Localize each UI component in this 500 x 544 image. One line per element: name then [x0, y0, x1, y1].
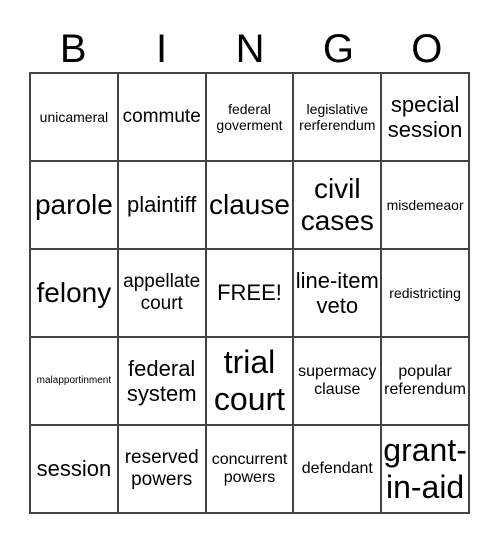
- bingo-cell[interactable]: federal system: [117, 337, 206, 425]
- bingo-cell[interactable]: malapportinment: [30, 337, 118, 425]
- header-letter-o: O: [411, 27, 443, 71]
- bingo-cell[interactable]: popular referendum: [381, 337, 469, 425]
- header-letter-n: N: [235, 27, 265, 71]
- bingo-header: B I N G O: [29, 26, 471, 72]
- bingo-cell[interactable]: redistricting: [381, 249, 469, 337]
- bingo-cell[interactable]: civil cases: [293, 161, 382, 249]
- bingo-cell[interactable]: special session: [381, 73, 469, 161]
- bingo-cell[interactable]: federal goverment: [205, 73, 294, 161]
- bingo-cell[interactable]: clause: [205, 161, 294, 249]
- header-letter-g: G: [322, 27, 354, 71]
- bingo-cell[interactable]: session: [30, 425, 118, 513]
- bingo-cell[interactable]: misdemeaor: [381, 161, 469, 249]
- bingo-cell[interactable]: reserved powers: [117, 425, 206, 513]
- bingo-cell[interactable]: plaintiff: [117, 161, 206, 249]
- bingo-cell[interactable]: appellate court: [117, 249, 206, 337]
- header-letter-b: B: [59, 27, 87, 71]
- bingo-cell[interactable]: grant-in-aid: [381, 425, 469, 513]
- bingo-cell[interactable]: concurrent powers: [205, 425, 294, 513]
- bingo-cell[interactable]: trial court: [205, 337, 294, 425]
- bingo-cell[interactable]: supermacy clause: [293, 337, 382, 425]
- bingo-cell[interactable]: line-item veto: [293, 249, 382, 337]
- bingo-cell[interactable]: legislative rerferendum: [293, 73, 382, 161]
- bingo-cell[interactable]: felony: [30, 249, 118, 337]
- bingo-cell[interactable]: unicameral: [30, 73, 118, 161]
- bingo-cell[interactable]: parole: [30, 161, 118, 249]
- bingo-cell[interactable]: commute: [117, 73, 206, 161]
- free-space[interactable]: FREE!: [205, 249, 294, 337]
- bingo-cell[interactable]: defendant: [293, 425, 382, 513]
- bingo-grid: unicameral commute federal goverment leg…: [29, 72, 470, 514]
- header-letter-i: I: [156, 27, 168, 71]
